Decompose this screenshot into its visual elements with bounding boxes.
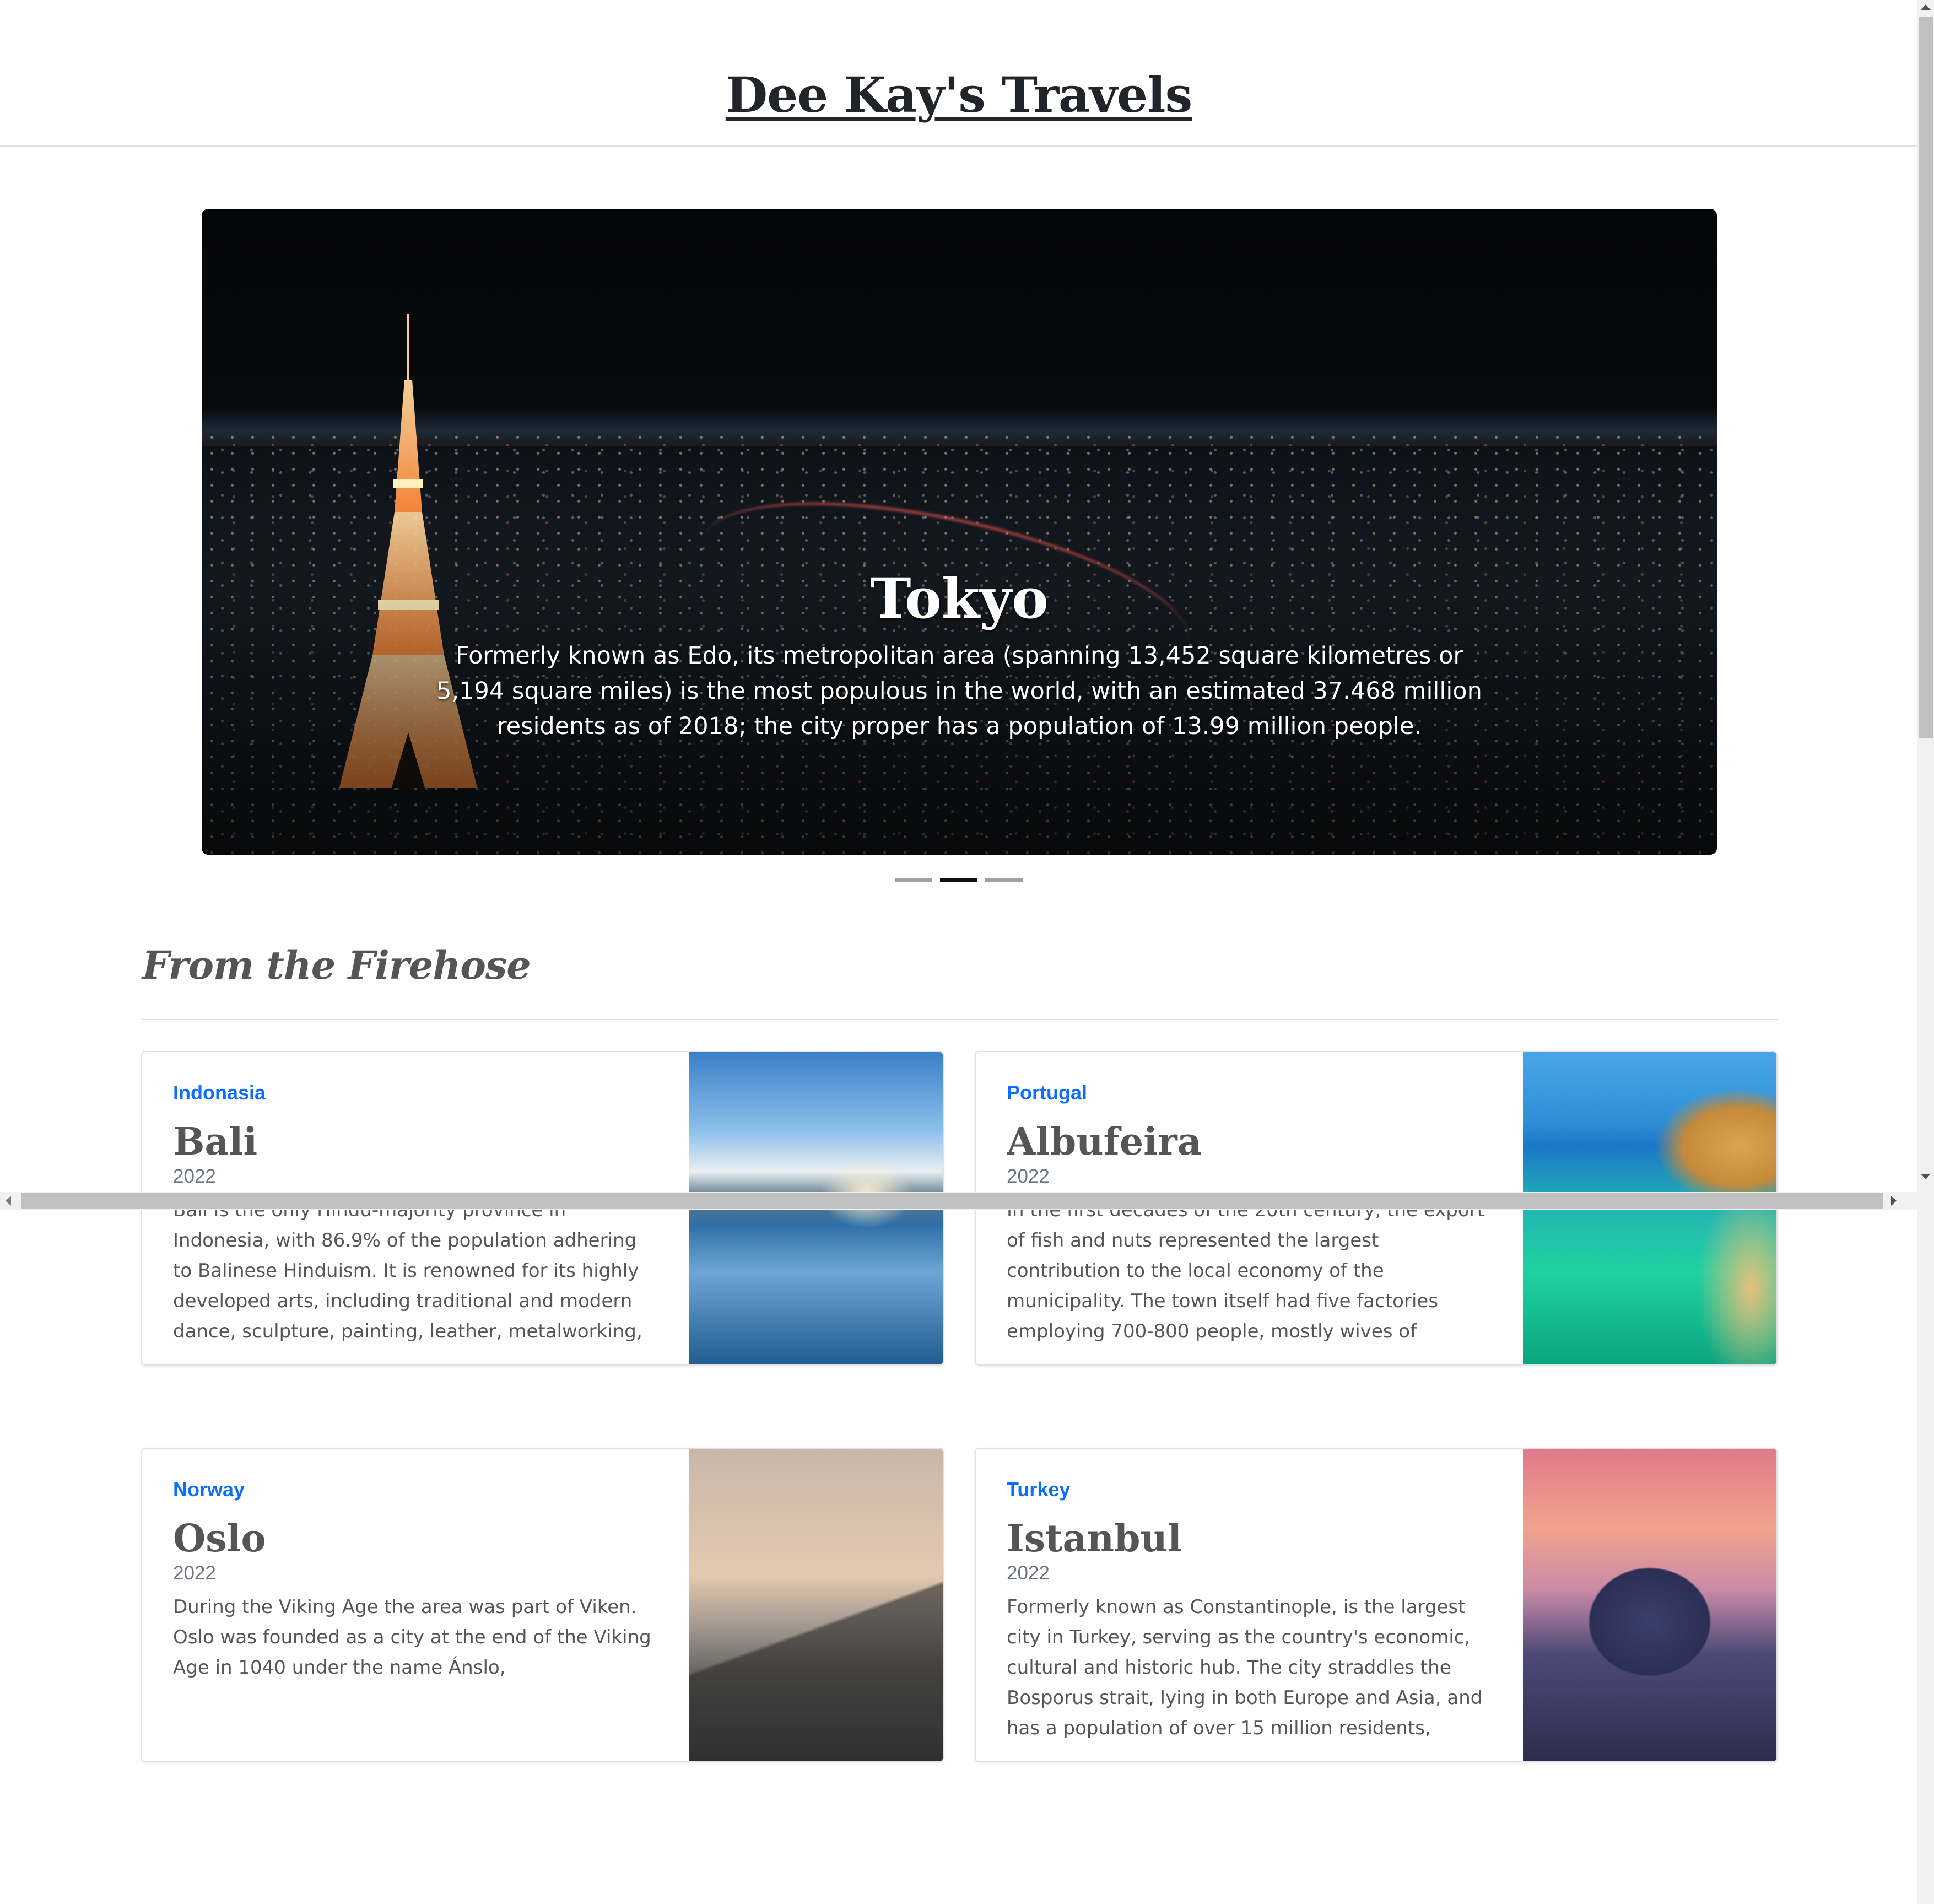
carousel-slide-description: Formerly known as Edo, its metropolitan … [436, 642, 1482, 740]
carousel-indicator-1[interactable] [895, 878, 932, 882]
carousel-indicators [895, 878, 1023, 883]
vertical-scrollbar-thumb[interactable] [1919, 17, 1933, 738]
destination-card-istanbul[interactable]: Turkey Istanbul 2022 Formerly known as C… [975, 1448, 1778, 1762]
site-header: Dee Kay's Travels [0, 0, 1917, 147]
card-body: Norway Oslo 2022 During the Viking Age t… [173, 1480, 658, 1750]
card-year: 2022 [173, 1165, 216, 1187]
carousel-caption: Tokyo Formerly known as Edo, its metropo… [433, 567, 1485, 744]
card-text: Formerly known as Constantinople, is the… [1007, 1596, 1483, 1750]
horizontal-scrollbar[interactable] [0, 1192, 1917, 1210]
scroll-right-arrow-icon[interactable] [1891, 1196, 1897, 1206]
card-year: 2022 [1007, 1165, 1050, 1187]
hero-carousel[interactable]: Tokyo Formerly known as Edo, its metropo… [202, 209, 1717, 855]
section-title: From the Firehose [142, 942, 531, 988]
destination-card-oslo[interactable]: Norway Oslo 2022 During the Viking Age t… [141, 1448, 944, 1762]
card-image-istanbul-mosque [1523, 1449, 1776, 1761]
card-country[interactable]: Indonasia [173, 1083, 658, 1103]
carousel-indicator-2[interactable] [940, 878, 977, 882]
card-country[interactable]: Norway [173, 1480, 658, 1500]
card-title: Oslo [173, 1517, 266, 1561]
card-body: Indonasia Bali 2022 Bali is the only Hin… [173, 1083, 658, 1353]
section-divider [141, 1019, 1778, 1020]
card-title: Bali [173, 1120, 258, 1164]
card-country[interactable]: Turkey [1007, 1480, 1492, 1500]
card-title: Albufeira [1007, 1120, 1202, 1164]
card-body: Turkey Istanbul 2022 Formerly known as C… [1007, 1480, 1492, 1750]
card-year: 2022 [1007, 1562, 1050, 1584]
scroll-down-arrow-icon[interactable] [1921, 1174, 1931, 1179]
card-text: Bali is the only Hindu-majority province… [173, 1199, 642, 1353]
horizontal-scrollbar-thumb[interactable] [21, 1193, 1883, 1209]
card-body: Portugal Albufeira 2022 In the first dec… [1007, 1083, 1492, 1353]
card-year: 2022 [173, 1562, 216, 1584]
scroll-left-arrow-icon[interactable] [6, 1196, 11, 1206]
card-text: During the Viking Age the area was part … [173, 1596, 651, 1679]
site-title-link[interactable]: Dee Kay's Travels [0, 71, 1917, 119]
vertical-scrollbar[interactable] [1917, 0, 1934, 1904]
card-text: In the first decades of the 20th century… [1007, 1199, 1484, 1353]
card-title: Istanbul [1007, 1517, 1182, 1561]
carousel-indicator-3[interactable] [985, 878, 1023, 882]
carousel-slide-title: Tokyo [870, 566, 1049, 631]
card-country[interactable]: Portugal [1007, 1083, 1492, 1103]
card-image-oslo-opera [689, 1449, 943, 1761]
scroll-up-arrow-icon[interactable] [1921, 4, 1931, 10]
